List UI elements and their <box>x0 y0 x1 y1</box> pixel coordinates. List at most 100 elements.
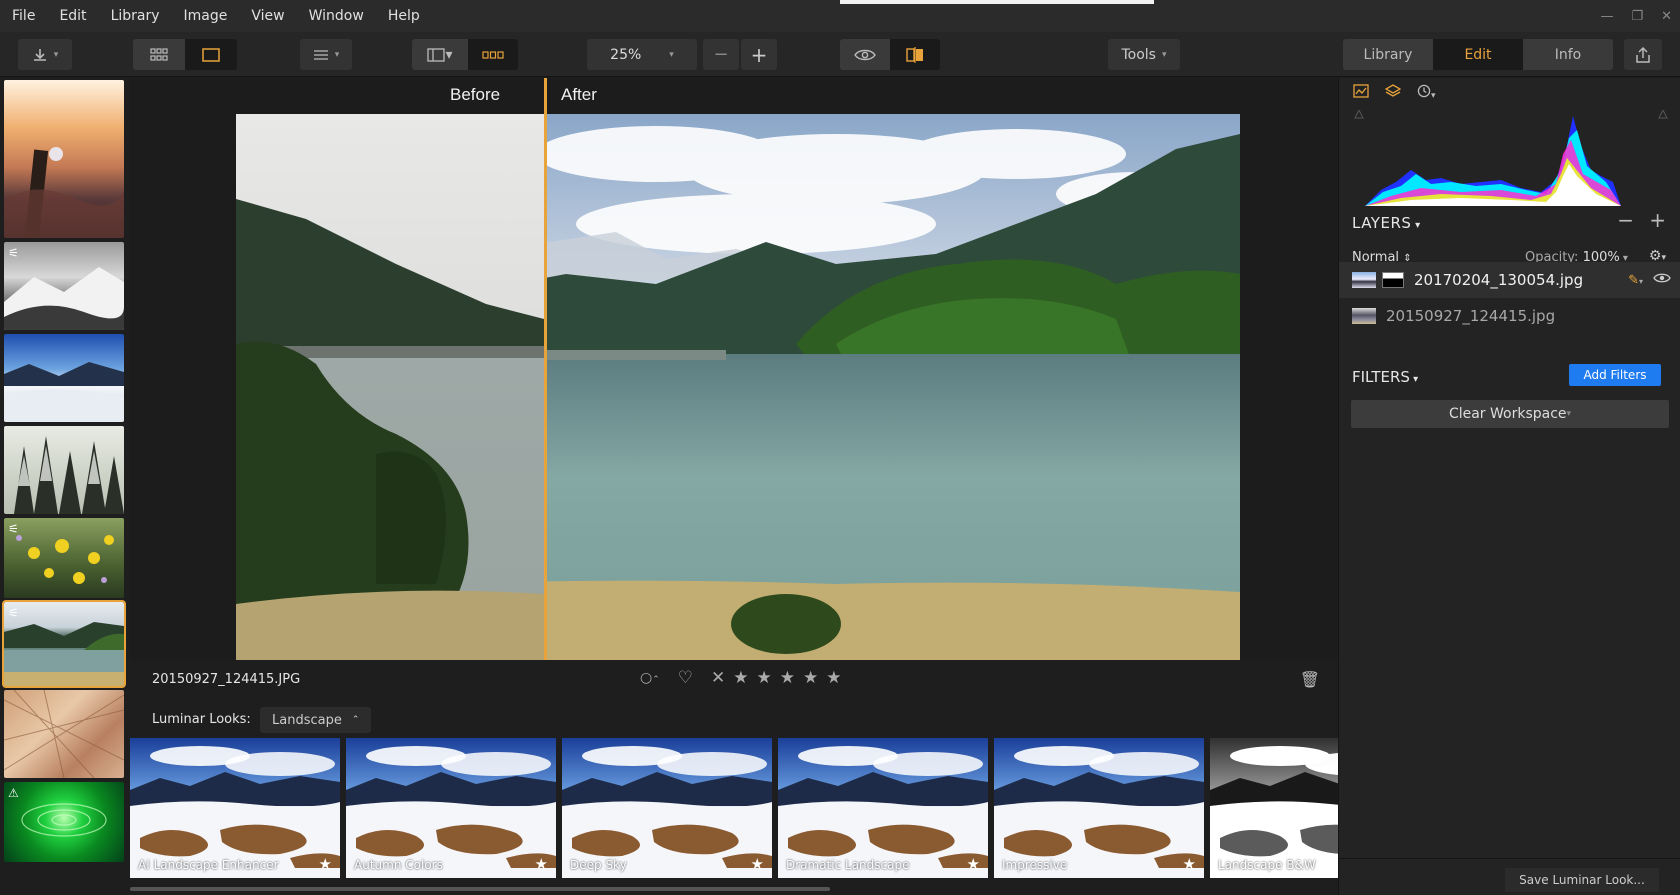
zoom-in-button[interactable]: + <box>741 39 777 70</box>
star-4-icon[interactable]: ★ <box>803 668 818 688</box>
sort-button[interactable]: ▾ <box>300 39 352 70</box>
image-filename: 20150927_124415.JPG <box>152 672 301 687</box>
look-thumbnail[interactable]: Landscape B&W★ <box>1210 738 1338 878</box>
star-icon[interactable]: ★ <box>319 855 332 873</box>
menu-file[interactable]: File <box>0 0 47 32</box>
filters-title-text: FILTERS <box>1352 368 1410 386</box>
filters-title[interactable]: FILTERS ▾ <box>1352 368 1418 386</box>
histogram-tab-icon[interactable] <box>1353 84 1369 102</box>
list-icon <box>313 49 328 60</box>
menu-window[interactable]: Window <box>297 0 376 32</box>
filmstrip-thumb-selected[interactable]: ⚟ <box>2 600 126 688</box>
history-tab-icon[interactable]: ▾ <box>1417 84 1436 102</box>
color-label-icon[interactable]: ○⌃ <box>640 670 660 686</box>
thumb-dry-grass <box>4 690 124 778</box>
zoom-select[interactable]: 25% ▾ <box>587 39 697 70</box>
look-name: Autumn Colors <box>354 858 443 872</box>
star-icon[interactable]: ★ <box>1183 855 1196 873</box>
restore-icon[interactable]: ❐ <box>1631 9 1643 24</box>
star-icon[interactable]: ★ <box>751 855 764 873</box>
reject-icon[interactable]: ✕ <box>711 668 725 688</box>
zoom-out-button[interactable]: − <box>703 39 739 70</box>
tools-button[interactable]: Tools ▾ <box>1108 39 1180 70</box>
chevron-down-icon: ▾ <box>1409 374 1419 385</box>
star-icon[interactable]: ★ <box>967 855 980 873</box>
look-thumbnail[interactable]: Deep Sky ★ <box>562 738 772 878</box>
add-layer-icon[interactable]: + <box>1649 208 1666 232</box>
menu-bar: File Edit Library Image View Window Help <box>0 0 1680 32</box>
single-view-button[interactable] <box>185 39 237 70</box>
tab-library[interactable]: Library <box>1343 39 1433 70</box>
layer-thumbnail <box>1352 272 1376 288</box>
minimize-icon[interactable]: — <box>1600 9 1613 24</box>
filmstrip: ⚟ ⚟ ⚟ ⚠ <box>0 78 130 895</box>
grid-icon <box>150 47 168 61</box>
single-image-icon <box>202 47 220 62</box>
star-1-icon[interactable]: ★ <box>733 668 748 688</box>
look-thumbnail[interactable]: Dramatic Landscape ★ <box>778 738 988 878</box>
filmstrip-thumb[interactable]: ⚟ <box>4 242 124 330</box>
menu-help[interactable]: Help <box>376 0 432 32</box>
after-label: After <box>561 85 597 104</box>
look-thumbnail[interactable]: Impressive ★ <box>994 738 1204 878</box>
layer-thumbnail <box>1352 308 1376 324</box>
filmstrip-thumb[interactable] <box>4 80 124 238</box>
look-name: Dramatic Landscape <box>786 858 910 872</box>
add-filters-button[interactable]: Add Filters <box>1569 364 1661 386</box>
close-icon[interactable]: ✕ <box>1661 9 1672 24</box>
adjustments-icon: ⚟ <box>8 522 19 536</box>
gallery-view-button[interactable] <box>133 39 185 70</box>
layer-row[interactable]: 20150927_124415.jpg <box>1339 298 1680 334</box>
heart-icon[interactable]: ♡ <box>678 668 693 688</box>
looks-category-select[interactable]: Landscape ⌃ <box>260 707 372 733</box>
preview-button[interactable] <box>840 39 890 70</box>
look-name: Landscape B&W <box>1218 858 1316 872</box>
brush-icon[interactable]: ✎▾ <box>1628 273 1643 288</box>
chevron-down-icon: ▾ <box>1161 49 1167 60</box>
import-button[interactable]: ▾ <box>18 39 72 70</box>
menu-library[interactable]: Library <box>99 0 172 32</box>
compare-toggle <box>840 39 940 70</box>
filmstrip-toggle-button[interactable] <box>468 39 518 70</box>
adjustments-icon: ⚟ <box>8 246 19 260</box>
filmstrip-thumb[interactable] <box>4 690 124 778</box>
layers-title[interactable]: LAYERS ▾ <box>1352 214 1421 232</box>
before-after-divider[interactable] <box>544 78 547 660</box>
star-icon[interactable]: ★ <box>535 855 548 873</box>
eye-icon[interactable] <box>1653 272 1671 288</box>
main-photo[interactable] <box>236 114 1240 660</box>
clear-workspace-button[interactable]: Clear Workspace ▾ <box>1351 400 1669 428</box>
menu-edit[interactable]: Edit <box>47 0 98 32</box>
menu-image[interactable]: Image <box>172 0 240 32</box>
filmstrip-thumb[interactable] <box>4 334 124 422</box>
tools-label: Tools <box>1121 46 1156 63</box>
star-3-icon[interactable]: ★ <box>780 668 795 688</box>
chevron-down-icon: ▾ <box>1566 409 1572 419</box>
look-thumbnail[interactable]: AI Landscape Enhancer ★ <box>130 738 340 878</box>
tab-edit[interactable]: Edit <box>1433 39 1523 70</box>
filmstrip-thumb[interactable]: ⚟ <box>4 518 124 598</box>
filmstrip-thumb[interactable]: ⚠ <box>4 782 124 862</box>
star-2-icon[interactable]: ★ <box>757 668 772 688</box>
remove-layer-icon[interactable]: − <box>1617 208 1634 232</box>
share-icon <box>1636 46 1650 63</box>
panel-divider <box>1339 858 1680 859</box>
menu-view[interactable]: View <box>239 0 296 32</box>
save-look-button[interactable]: Save Luminar Look... <box>1505 868 1659 892</box>
chevron-down-icon: ▾ <box>1411 220 1421 231</box>
sidebar-toggle-button[interactable]: ▾ <box>412 39 468 70</box>
before-after-button[interactable] <box>890 39 940 70</box>
share-button[interactable] <box>1624 39 1662 70</box>
look-thumbnail[interactable]: Autumn Colors ★ <box>346 738 556 878</box>
looks-scrollbar[interactable] <box>130 887 830 891</box>
star-5-icon[interactable]: ★ <box>826 668 841 688</box>
eye-icon <box>854 49 876 60</box>
layer-mask[interactable] <box>1382 272 1404 288</box>
trash-icon[interactable]: 🗑 <box>1300 670 1320 689</box>
filmstrip-thumb[interactable] <box>4 426 124 514</box>
looks-label: Luminar Looks: <box>152 712 251 727</box>
layer-row-active[interactable]: 20170204_130054.jpg ✎▾ <box>1339 262 1680 298</box>
look-name: AI Landscape Enhancer <box>138 858 279 872</box>
layers-tab-icon[interactable] <box>1384 84 1402 102</box>
tab-info[interactable]: Info <box>1523 39 1613 70</box>
